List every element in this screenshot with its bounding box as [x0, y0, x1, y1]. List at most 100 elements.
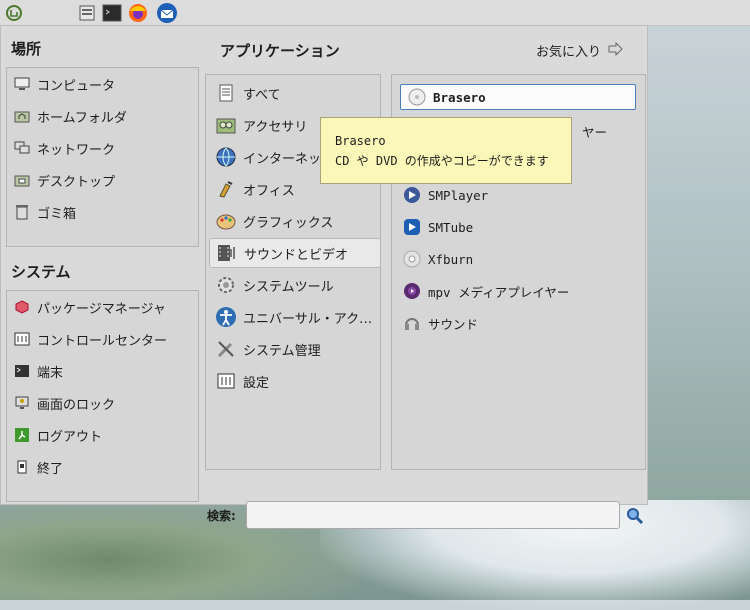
place-label: ホームフォルダ	[37, 110, 127, 126]
system-tools-icon	[215, 274, 237, 296]
category-system-admin[interactable]: システム管理	[209, 334, 381, 364]
system-terminal[interactable]: 端末	[13, 357, 63, 385]
app-smtube[interactable]: SMTube	[402, 212, 473, 242]
shutdown-icon	[13, 458, 31, 476]
search-label: 検索:	[207, 509, 236, 523]
category-label: サウンドとビデオ	[244, 247, 349, 263]
smplayer-icon	[402, 185, 422, 205]
home-folder-icon	[13, 107, 31, 125]
system-title: システム	[11, 263, 71, 281]
app-brasero[interactable]: Brasero	[400, 84, 636, 110]
office-icon	[215, 178, 237, 200]
category-settings[interactable]: 設定	[209, 366, 381, 396]
place-label: デスクトップ	[37, 174, 116, 190]
desktop-folder-icon	[13, 171, 31, 189]
place-network[interactable]: ネットワーク	[13, 134, 115, 162]
place-label: ゴミ箱	[37, 206, 77, 222]
top-panel	[0, 0, 750, 26]
sound-video-icon	[216, 242, 238, 264]
app-mpv[interactable]: mpv メディアプレイヤー	[402, 276, 569, 306]
system-logout[interactable]: ログアウト	[13, 421, 102, 449]
graphics-icon	[215, 210, 237, 232]
app-label: Brasero	[433, 89, 486, 105]
wallpaper-right	[648, 40, 750, 500]
apps-title: アプリケーション	[220, 42, 340, 60]
place-label: コンピュータ	[37, 78, 116, 94]
system-package-manager[interactable]: パッケージマネージャ	[13, 293, 166, 321]
system-label: ログアウト	[37, 429, 103, 445]
place-desktop[interactable]: デスクトップ	[13, 166, 115, 194]
place-computer[interactable]: コンピュータ	[13, 70, 115, 98]
category-label: 設定	[243, 375, 270, 391]
category-graphics[interactable]: グラフィックス	[209, 206, 381, 236]
app-label: SMPlayer	[428, 187, 489, 203]
app-smplayer[interactable]: SMPlayer	[402, 180, 488, 210]
favorites-button[interactable]: お気に入り	[536, 41, 623, 60]
favorites-label: お気に入り	[536, 45, 602, 60]
app-label: ヤー	[582, 124, 608, 140]
system-label: パッケージマネージャ	[37, 301, 166, 317]
control-center-icon	[13, 330, 31, 348]
trash-icon	[13, 203, 31, 221]
application-menu: 場所 コンピュータ ホームフォルダ ネットワーク デスクトップ ゴミ箱 システム…	[0, 25, 648, 529]
terminal-icon	[13, 362, 31, 380]
app-celluloid-partial[interactable]: ヤー	[582, 116, 607, 146]
logout-icon	[13, 426, 31, 444]
settings-icon	[215, 370, 237, 392]
category-label: ユニバーサル・アク…	[243, 311, 373, 327]
mint-menu-icon[interactable]	[3, 2, 25, 24]
category-label: アクセサリ	[243, 119, 308, 135]
app-label: mpv メディアプレイヤー	[428, 284, 570, 300]
mpv-icon	[402, 281, 422, 301]
app-sound[interactable]: サウンド	[402, 308, 478, 338]
tooltip-description: CD や DVD の作成やコピーができます	[335, 154, 549, 168]
file-manager-icon[interactable]	[76, 2, 98, 24]
place-trash[interactable]: ゴミ箱	[13, 198, 76, 226]
category-system-tools[interactable]: システムツール	[209, 270, 381, 300]
system-admin-icon	[215, 338, 237, 360]
system-label: 端末	[37, 365, 64, 381]
category-all[interactable]: すべて	[209, 78, 381, 108]
computer-icon	[13, 75, 31, 93]
system-label: 画面のロック	[37, 397, 116, 413]
lock-screen-icon	[13, 394, 31, 412]
category-label: グラフィックス	[243, 215, 334, 231]
all-apps-icon	[215, 82, 237, 104]
place-label: ネットワーク	[37, 142, 116, 158]
places-title: 場所	[11, 40, 42, 58]
search-icon[interactable]	[626, 507, 644, 529]
xfburn-icon	[402, 249, 422, 269]
category-label: システムツール	[243, 279, 334, 295]
system-label: コントロールセンター	[37, 333, 168, 349]
category-label: すべて	[243, 87, 281, 103]
category-label: システム管理	[243, 343, 321, 359]
arrow-right-icon	[607, 41, 623, 60]
terminal-icon[interactable]	[101, 2, 123, 24]
system-control-center[interactable]: コントロールセンター	[13, 325, 167, 353]
app-label: Xfburn	[428, 251, 474, 267]
place-home[interactable]: ホームフォルダ	[13, 102, 127, 130]
app-xfburn[interactable]: Xfburn	[402, 244, 473, 274]
thunderbird-icon[interactable]	[156, 2, 178, 24]
system-label: 終了	[37, 461, 64, 477]
accessories-icon	[215, 114, 237, 136]
app-tooltip: Brasero CD や DVD の作成やコピーができます	[320, 117, 572, 184]
category-accessibility[interactable]: ユニバーサル・アク…	[209, 302, 381, 332]
places-box: コンピュータ ホームフォルダ ネットワーク デスクトップ ゴミ箱	[6, 67, 199, 247]
smtube-icon	[402, 217, 422, 237]
system-box: パッケージマネージャ コントロールセンター 端末 画面のロック ログアウト 終了	[6, 290, 199, 502]
accessibility-icon	[215, 306, 237, 328]
firefox-icon[interactable]	[127, 2, 149, 24]
category-sound-video[interactable]: サウンドとビデオ	[209, 238, 381, 268]
tooltip-title: Brasero	[335, 134, 386, 148]
sound-icon	[402, 313, 422, 333]
system-lock-screen[interactable]: 画面のロック	[13, 389, 115, 417]
brasero-icon	[407, 87, 427, 107]
network-icon	[13, 139, 31, 157]
search-input[interactable]	[246, 501, 620, 529]
system-shutdown[interactable]: 終了	[13, 453, 63, 481]
category-label: オフィス	[243, 183, 295, 199]
package-icon	[13, 298, 31, 316]
internet-icon	[215, 146, 237, 168]
app-label: SMTube	[428, 219, 474, 235]
